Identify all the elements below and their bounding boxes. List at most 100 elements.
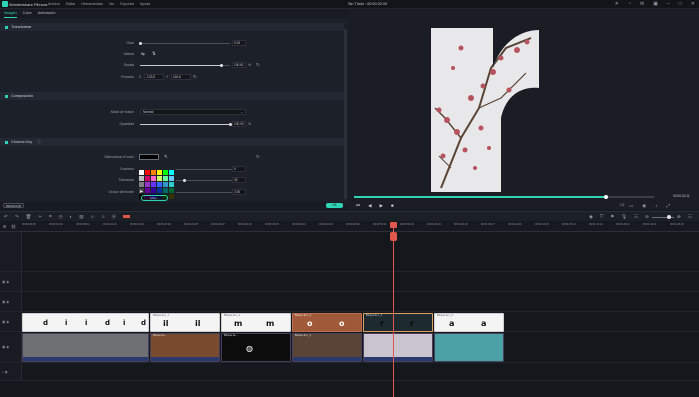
- video-clip-3[interactable]: Bloque de t_3: [292, 333, 362, 362]
- palette-swatch[interactable]: [145, 188, 150, 193]
- tab-animacion[interactable]: Animación: [38, 11, 56, 18]
- palette-swatch[interactable]: [145, 176, 150, 181]
- video-clip-0[interactable]: [22, 333, 149, 362]
- more-colors-button[interactable]: Más...: [141, 195, 168, 201]
- palette-swatch[interactable]: [145, 182, 150, 187]
- rotate-value[interactable]: 0.00: [232, 40, 246, 46]
- palette-swatch[interactable]: [169, 182, 174, 187]
- opacity-slider[interactable]: [140, 123, 232, 126]
- video-clip-4[interactable]: [363, 333, 433, 362]
- zoom-knob[interactable]: [667, 215, 671, 219]
- preview-scrubber[interactable]: [354, 195, 654, 199]
- ok-button[interactable]: OK: [326, 203, 343, 208]
- palette-swatch[interactable]: [151, 176, 156, 181]
- link-icon[interactable]: ⛓: [11, 224, 16, 229]
- lightbulb-icon[interactable]: ☀: [615, 1, 619, 7]
- fullscreen-icon[interactable]: ⤢: [666, 203, 670, 209]
- palette-swatch[interactable]: [169, 188, 174, 193]
- close-icon[interactable]: ✕: [691, 1, 695, 7]
- scale-knob[interactable]: [220, 64, 223, 67]
- previous-frame-icon[interactable]: ⏮: [356, 203, 360, 209]
- tab-color[interactable]: Color: [23, 11, 32, 18]
- palette-swatch[interactable]: [145, 170, 150, 175]
- flip-horizontal-icon[interactable]: ⇋: [141, 51, 145, 57]
- greenscreen-icon[interactable]: ▧: [79, 214, 83, 220]
- text-clip-4[interactable]: Bloque de t_4 r r: [363, 313, 433, 332]
- redo-icon[interactable]: ↷: [15, 214, 19, 220]
- timeline-ruler[interactable]: ⊞ ⛓ 00:00:00:00 00:00:04:03 00:00:08:12 00:…: [0, 221, 699, 232]
- palette-swatch[interactable]: [151, 170, 156, 175]
- chroma-reset-icon[interactable]: ↻: [256, 154, 260, 160]
- menu-archivo[interactable]: Archivo: [48, 2, 60, 6]
- blend-mode-select[interactable]: Normal ⌄: [140, 109, 246, 115]
- palette-swatch[interactable]: [163, 170, 168, 175]
- opacity-value[interactable]: 100.00: [232, 121, 246, 127]
- crop-icon[interactable]: ⌗: [49, 214, 52, 220]
- track-lock-icon[interactable]: ▣ ◉: [2, 300, 9, 304]
- text-clip-2[interactable]: Bloque de t_2 m m: [221, 313, 291, 332]
- palette-swatch[interactable]: [163, 188, 168, 193]
- scale-slider[interactable]: [140, 64, 230, 67]
- speed-icon[interactable]: ◷: [59, 214, 63, 220]
- palette-swatch[interactable]: [169, 194, 174, 199]
- scrubber-knob[interactable]: [604, 195, 608, 199]
- playhead-handle[interactable]: [390, 222, 397, 228]
- preview-ratio[interactable]: 1/2: [620, 203, 624, 207]
- preview-frame[interactable]: [431, 28, 541, 192]
- pos-y-input[interactable]: 116.6: [171, 74, 191, 80]
- text-clip-3[interactable]: Bloque de t_3 o o: [292, 313, 362, 332]
- video-clip-1[interactable]: Bloque de...: [150, 333, 220, 362]
- mixer-icon[interactable]: ☷: [634, 214, 638, 220]
- menu-editar[interactable]: Editar: [66, 2, 75, 6]
- text-clip-1[interactable]: Bloque de t_1 il il: [150, 313, 220, 332]
- mic-icon[interactable]: 🎙: [621, 214, 627, 220]
- palette-swatch[interactable]: [139, 176, 144, 181]
- scale-reset-icon[interactable]: ↻: [256, 62, 260, 68]
- recorder-icon[interactable]: ⦿: [112, 214, 117, 220]
- rotate-slider[interactable]: [139, 42, 230, 45]
- palette-swatch[interactable]: [157, 188, 162, 193]
- undo-icon[interactable]: ↶: [4, 214, 8, 220]
- audio-track-icon[interactable]: ♪ ◉: [2, 370, 8, 374]
- snapshot-icon[interactable]: ◉: [642, 203, 646, 209]
- rotate-knob[interactable]: [139, 42, 142, 45]
- flip-vertical-icon[interactable]: ⇅: [152, 51, 156, 57]
- timeline-settings-icon[interactable]: ☷: [688, 214, 692, 220]
- pos-x-input[interactable]: -123.5: [144, 74, 164, 80]
- eyedropper-icon[interactable]: ✎: [164, 154, 168, 160]
- play-icon[interactable]: ▶: [380, 203, 383, 209]
- video-clip-5[interactable]: [434, 333, 504, 362]
- palette-swatch[interactable]: [157, 182, 162, 187]
- palette-swatch[interactable]: [163, 182, 168, 187]
- section-compositing[interactable]: Composición: [0, 92, 344, 100]
- tolerance-value[interactable]: 30: [232, 177, 246, 183]
- text-clip-0[interactable]: d i i d i d: [22, 313, 149, 332]
- track-lock-icon[interactable]: ▣ ◉: [2, 320, 9, 324]
- edge-slider[interactable]: [176, 192, 232, 193]
- delete-icon[interactable]: 🗑: [26, 214, 32, 220]
- account-icon[interactable]: ◔: [628, 1, 631, 7]
- position-reset-icon[interactable]: ↻: [193, 74, 197, 80]
- palette-swatch[interactable]: [151, 182, 156, 187]
- volume-icon[interactable]: ♪: [655, 203, 657, 209]
- scale-value[interactable]: 100.61: [232, 62, 246, 68]
- help-icon[interactable]: ⓘ: [37, 140, 41, 144]
- menu-herramientas[interactable]: Herramientas: [81, 2, 103, 6]
- cut-icon[interactable]: ✂: [38, 214, 42, 220]
- shield-icon[interactable]: ⛉: [600, 214, 603, 220]
- color-icon[interactable]: ◐: [70, 214, 73, 220]
- split-audio-icon[interactable]: ♬: [91, 214, 96, 220]
- playhead[interactable]: [390, 222, 397, 397]
- tolerance-knob[interactable]: [183, 179, 186, 182]
- marker-icon[interactable]: ⚑: [610, 214, 614, 220]
- menu-ver[interactable]: Ver: [109, 2, 114, 6]
- minimize-icon[interactable]: –: [667, 1, 670, 7]
- palette-swatch[interactable]: [151, 188, 156, 193]
- panel-scrollbar[interactable]: [344, 29, 347, 199]
- render-icon[interactable]: ◉: [589, 214, 593, 220]
- zoom-in-icon[interactable]: ⊕: [677, 214, 681, 220]
- zoom-out-icon[interactable]: ⊖: [645, 214, 649, 220]
- mail-icon[interactable]: ✉: [640, 1, 644, 7]
- add-track-icon[interactable]: ⊞: [3, 224, 6, 229]
- palette-swatch[interactable]: [169, 176, 174, 181]
